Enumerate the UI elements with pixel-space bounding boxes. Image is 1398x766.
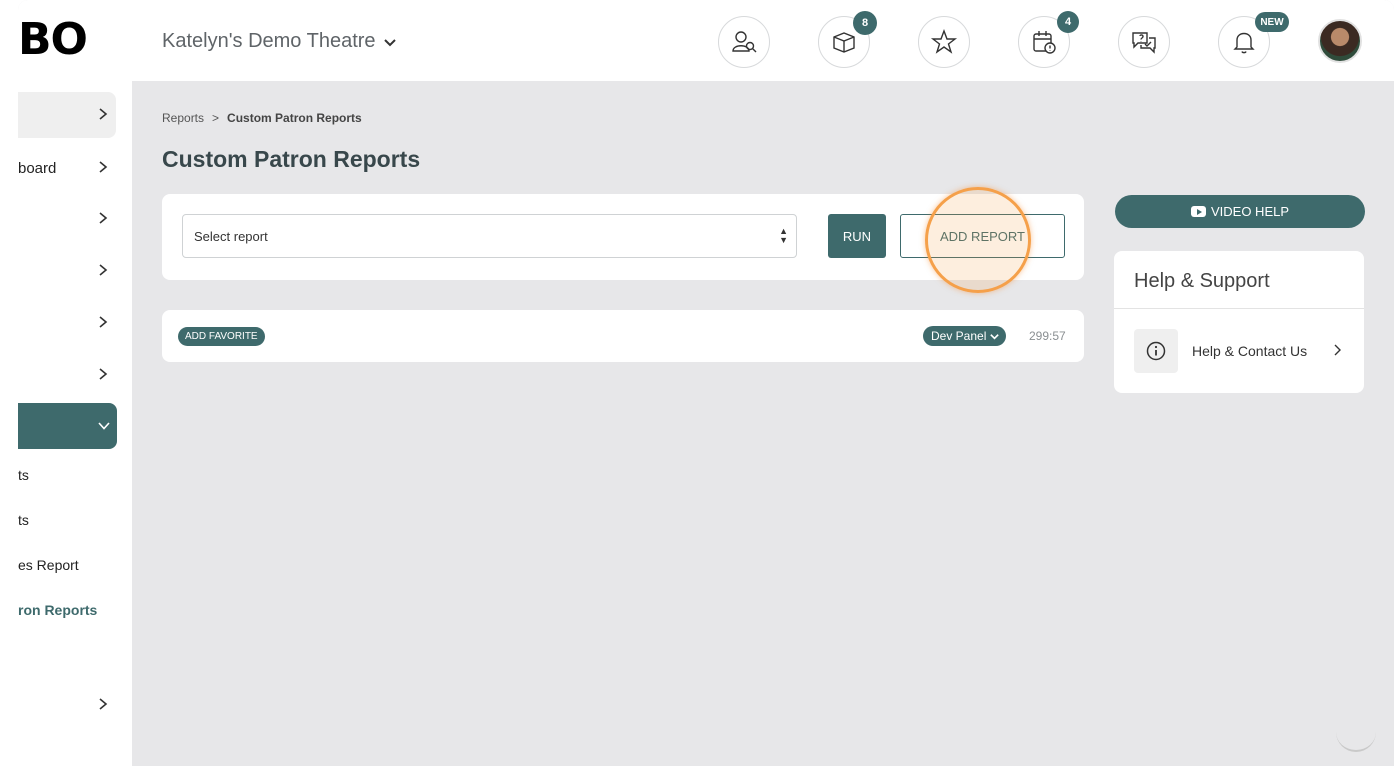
- help-contact-label: Help & Contact Us: [1192, 343, 1308, 359]
- divider: [1114, 308, 1364, 309]
- new-badge: NEW: [1255, 12, 1289, 32]
- star-icon: [930, 29, 958, 54]
- select-arrows-icon: ▲ ▼: [779, 226, 788, 245]
- sidebar-item-4[interactable]: [18, 248, 116, 294]
- page-title: Custom Patron Reports: [162, 146, 421, 172]
- chevron-right-icon: [99, 108, 108, 120]
- dev-panel-button[interactable]: Dev Panel: [923, 326, 1007, 346]
- box-badge: 8: [853, 11, 877, 35]
- sidebar-subitem-2[interactable]: ts: [18, 512, 29, 528]
- calendar-button[interactable]: 4: [1018, 11, 1079, 68]
- chevron-right-icon: [99, 212, 108, 224]
- sidebar-item-reports[interactable]: [18, 403, 117, 449]
- app-window: BO Katelyn's Demo Theatre 8 4 NEW board …: [18, 0, 1394, 766]
- logo: BO: [18, 14, 88, 65]
- sidebar-item-bottom[interactable]: [18, 682, 116, 728]
- breadcrumb-reports-link[interactable]: Reports: [162, 111, 204, 125]
- add-favorite-button[interactable]: ADD FAVORITE: [178, 327, 265, 346]
- sidebar-item-label: board: [18, 159, 57, 177]
- session-timer: 299:57: [1029, 329, 1066, 343]
- chevron-right-icon: [1334, 344, 1341, 356]
- breadcrumb-separator: >: [212, 111, 220, 125]
- chevron-right-icon: [99, 161, 108, 173]
- sidebar-item-3[interactable]: [18, 196, 116, 242]
- sidebar-subitem-1[interactable]: ts: [18, 467, 29, 483]
- breadcrumb-current: Custom Patron Reports: [227, 111, 362, 125]
- run-button[interactable]: RUN: [828, 214, 886, 258]
- box-icon: [833, 32, 855, 53]
- sidebar-subitem-3[interactable]: es Report: [18, 557, 79, 573]
- sidebar-subitem-custom-patron-reports[interactable]: ron Reports: [18, 602, 97, 618]
- theatre-name: Katelyn's Demo Theatre: [162, 30, 376, 52]
- video-help-button[interactable]: VIDEO HELP: [1115, 195, 1365, 228]
- sidebar-item-1[interactable]: [18, 92, 116, 138]
- dev-panel-label: Dev Panel: [931, 329, 987, 343]
- top-header: BO Katelyn's Demo Theatre 8 4 NEW: [18, 0, 1394, 81]
- patron-search-button[interactable]: [718, 16, 770, 68]
- notifications-button[interactable]: NEW: [1218, 12, 1289, 68]
- chevron-right-icon: [99, 264, 108, 276]
- favorites-button[interactable]: [918, 16, 970, 68]
- calendar-alert-icon: [1033, 31, 1056, 54]
- favorites-card: ADD FAVORITE Dev Panel 299:57: [162, 310, 1084, 362]
- click-highlight: [925, 187, 1031, 293]
- box-button[interactable]: 8: [818, 11, 877, 68]
- video-icon: [1190, 206, 1206, 217]
- chevron-down-icon: [383, 38, 396, 46]
- breadcrumb: Reports > Custom Patron Reports: [162, 111, 362, 125]
- patron-search-icon: [732, 31, 757, 53]
- video-help-label: VIDEO HELP: [1210, 204, 1290, 219]
- help-chat-icon: [1132, 32, 1156, 54]
- chevron-right-icon: [99, 698, 108, 710]
- chevron-down-icon: [990, 333, 1000, 340]
- sidebar-item-6[interactable]: [18, 352, 116, 398]
- avatar[interactable]: [1318, 19, 1362, 63]
- chevron-down-icon: [98, 422, 110, 430]
- chat-widget-edge[interactable]: [1336, 730, 1376, 752]
- help-contact-link[interactable]: Help & Contact Us: [1134, 329, 1354, 373]
- help-support-title: Help & Support: [1134, 270, 1270, 292]
- sidebar-item-dashboard[interactable]: board: [18, 145, 116, 191]
- calendar-badge: 4: [1057, 11, 1079, 33]
- bell-icon: [1233, 32, 1255, 54]
- report-select[interactable]: Select report ▲ ▼: [182, 214, 797, 258]
- sidebar: board ts ts es Report ron Reports: [18, 81, 132, 766]
- help-support-card: Help & Support Help & Contact Us: [1114, 251, 1364, 393]
- theatre-selector[interactable]: Katelyn's Demo Theatre: [162, 30, 398, 53]
- chevron-right-icon: [99, 368, 108, 380]
- report-select-value: Select report: [194, 228, 268, 244]
- chevron-right-icon: [99, 316, 108, 328]
- sidebar-item-5[interactable]: [18, 300, 116, 346]
- help-chat-button[interactable]: [1118, 16, 1170, 68]
- info-icon: [1134, 329, 1178, 373]
